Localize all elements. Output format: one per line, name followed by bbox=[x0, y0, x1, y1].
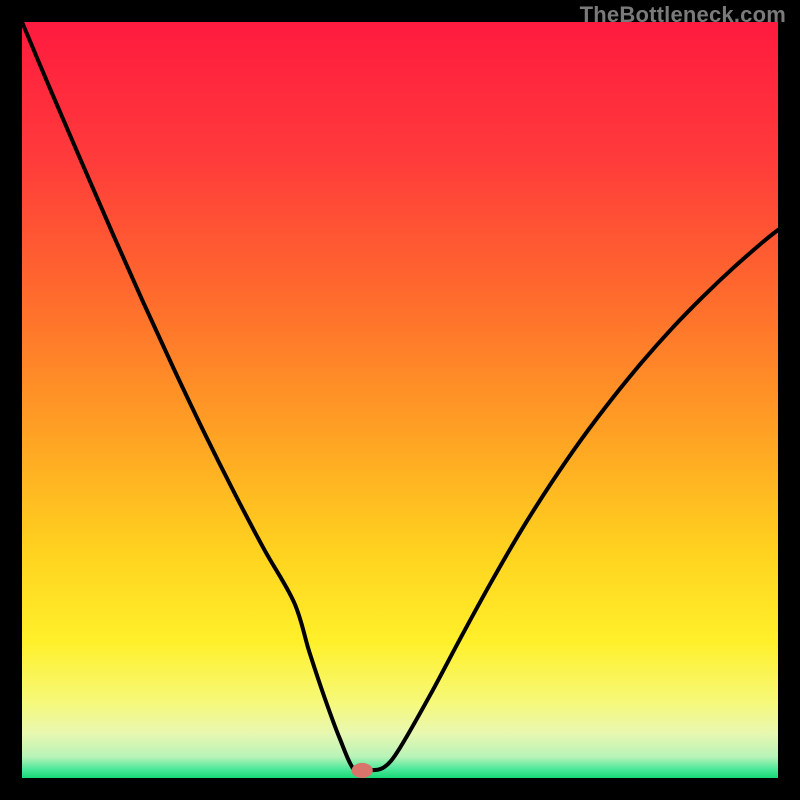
plot-background bbox=[22, 22, 778, 778]
optimum-marker bbox=[352, 763, 373, 778]
watermark-text: TheBottleneck.com bbox=[580, 2, 786, 28]
bottleneck-chart bbox=[22, 22, 778, 778]
chart-frame: TheBottleneck.com bbox=[0, 0, 800, 800]
